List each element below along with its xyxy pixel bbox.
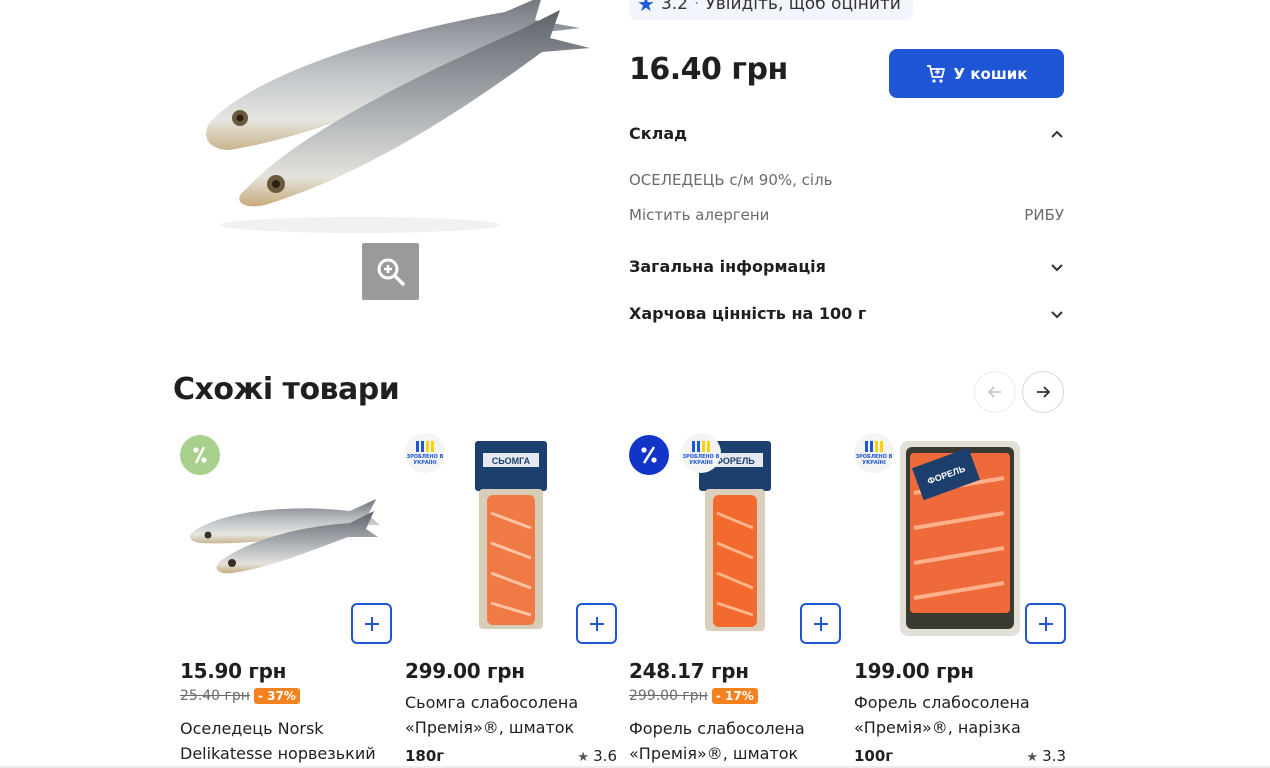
add-to-cart-plus-button[interactable] (576, 603, 617, 644)
star-icon: ★ (637, 0, 655, 16)
card-name-line2[interactable]: «Премія»®, нарізка (854, 715, 1066, 740)
made-in-ukraine-badge: ЗРОБЛЕНО В УКРАЇНІ (405, 433, 445, 473)
arrow-right-icon (1037, 386, 1051, 398)
card-name-line1[interactable]: Оселедець Norsk (180, 716, 392, 741)
accordion-nutrition[interactable]: Харчова цінність на 100 г (629, 304, 1064, 323)
accordion-composition[interactable]: Склад (629, 124, 1064, 143)
made-in-ukraine-text: ЗРОБЛЕНО В УКРАЇНІ (855, 453, 893, 466)
chevron-down-icon (1051, 310, 1063, 318)
plus-icon (813, 616, 828, 631)
accordion-general-info[interactable]: Загальна інформація (629, 257, 1064, 276)
card-rating: ★ 3.3 (1026, 747, 1066, 765)
old-price-row: 25.40 грн - 37% (180, 688, 300, 704)
star-icon: ★ (577, 750, 594, 765)
plus-icon (1038, 616, 1053, 631)
plus-icon (589, 616, 604, 631)
old-price: 25.40 грн (180, 688, 250, 704)
card-weight: 180г (405, 747, 445, 765)
pack-label: СЬОМГА (492, 456, 531, 466)
arrow-left-icon (987, 386, 1001, 398)
made-in-ukraine-badge: ЗРОБЛЕНО В УКРАЇНІ (681, 433, 721, 473)
card-price: 299.00 грн (405, 659, 525, 683)
nutrition-title: Харчова цінність на 100 г (629, 304, 867, 323)
add-to-cart-plus-button[interactable] (800, 603, 841, 644)
allergen-value: РИБУ (1024, 206, 1064, 224)
card-rating: ★ 3.6 (577, 747, 617, 765)
card-name-line1[interactable]: Сьомга слабосолена (405, 690, 617, 715)
promo-badge (180, 435, 220, 475)
product-card[interactable]: 15.90 грн 25.40 грн - 37% Оселедець Nors… (180, 433, 392, 768)
rating-pill[interactable]: ★ 3.2 · Увійдіть, щоб оцінити (629, 0, 913, 20)
card-name-line2[interactable]: Delikatesse норвезький (180, 741, 392, 766)
separator-dot: · (693, 0, 700, 14)
discount-badge: - 17% (711, 688, 758, 704)
card-price: 199.00 грн (854, 659, 974, 683)
product-card[interactable]: ФОРЕЛЬ ЗРОБЛЕНО В УКРАЇНІ 199.00 грн Фор… (854, 433, 1066, 768)
percent-icon (641, 446, 657, 464)
discount-badge: - 37% (253, 688, 300, 704)
percent-icon (193, 446, 207, 464)
card-price: 15.90 грн (180, 659, 287, 683)
product-card[interactable]: ФОРЕЛЬ ЗРОБЛЕНО В УКРАЇНІ 248.17 грн 299… (629, 433, 841, 768)
cart-icon (926, 64, 945, 83)
general-info-title: Загальна інформація (629, 257, 826, 276)
plus-icon (364, 616, 379, 631)
composition-title: Склад (629, 124, 688, 143)
product-price: 16.40 грн (629, 52, 788, 87)
add-to-cart-label: У кошик (953, 64, 1028, 83)
old-price-row: 299.00 грн - 17% (629, 688, 758, 704)
add-to-cart-button[interactable]: У кошик (889, 49, 1064, 98)
promo-badge (629, 435, 669, 475)
product-card[interactable]: СЬОМГА ЗРОБЛЕНО В УКРАЇНІ 299.00 грн Сьо… (405, 433, 617, 768)
zoom-button[interactable] (362, 243, 419, 300)
old-price: 299.00 грн (629, 688, 708, 704)
made-in-ukraine-badge: ЗРОБЛЕНО В УКРАЇНІ (854, 433, 894, 473)
product-image (206, 0, 590, 233)
allergen-label: Містить алергени (629, 206, 770, 224)
zoom-in-icon (377, 258, 405, 286)
chevron-up-icon (1051, 130, 1063, 138)
card-price: 248.17 грн (629, 659, 749, 683)
star-icon: ★ (1026, 750, 1043, 765)
made-in-ukraine-text: ЗРОБЛЕНО В УКРАЇНІ (682, 453, 720, 466)
card-name-line1[interactable]: Форель слабосолена (854, 690, 1066, 715)
card-name-line1[interactable]: Форель слабосолена (629, 716, 841, 741)
carousel-next-button[interactable] (1022, 371, 1064, 413)
add-to-cart-plus-button[interactable] (1025, 603, 1066, 644)
add-to-cart-plus-button[interactable] (351, 603, 392, 644)
card-weight: 100г (854, 747, 894, 765)
card-rating-value: 3.6 (593, 747, 617, 765)
chevron-down-icon (1051, 263, 1063, 271)
pack-label: ФОРЕЛЬ (715, 456, 755, 466)
composition-text: ОСЕЛЕДЕЦЬ с/м 90%, сіль (629, 171, 833, 189)
rating-value: 3.2 (660, 0, 688, 14)
card-name-line2[interactable]: «Премія»®, шматок (629, 741, 841, 766)
rating-login-link[interactable]: Увійдіть, щоб оцінити (705, 0, 900, 14)
made-in-ukraine-text: ЗРОБЛЕНО В УКРАЇНІ (406, 453, 444, 466)
allergen-row: Містить алергени РИБУ (629, 206, 1064, 224)
similar-products-title: Схожі товари (173, 372, 400, 407)
card-rating-value: 3.3 (1042, 747, 1066, 765)
carousel-prev-button[interactable] (974, 371, 1016, 413)
card-name-line2[interactable]: «Премія»®, шматок (405, 715, 617, 740)
